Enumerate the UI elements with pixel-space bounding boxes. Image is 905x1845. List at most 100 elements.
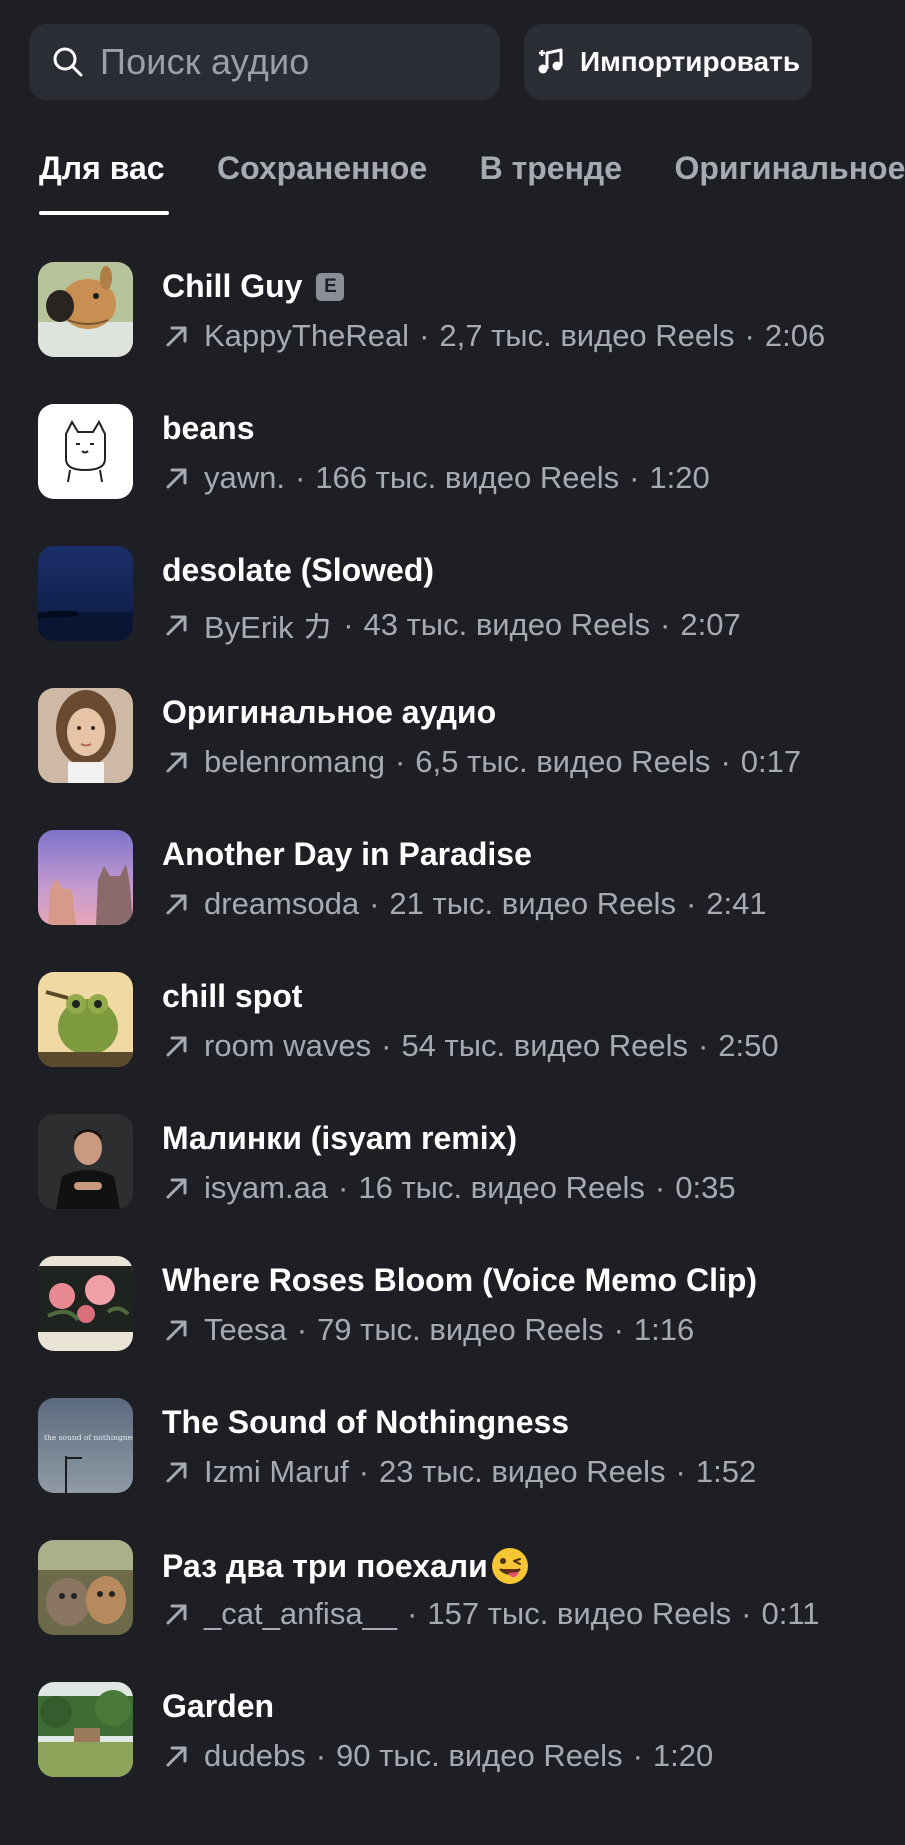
tab-original[interactable]: Оригинальное	[674, 150, 905, 215]
cover-art-cats-sunset	[38, 830, 133, 925]
track-duration: 2:06	[764, 318, 826, 353]
separator: ·	[296, 1312, 308, 1347]
cover-art-portrait-man	[38, 1114, 133, 1209]
track-duration: 1:20	[649, 460, 710, 495]
track-title: Chill Guy	[162, 268, 303, 304]
list-item[interactable]: the sound of nothingness The Sound of No…	[0, 1398, 905, 1540]
track-title: desolate (Slowed)	[162, 552, 435, 588]
separator: ·	[294, 460, 306, 495]
track-duration: 2:41	[706, 886, 767, 921]
track-artist[interactable]: Teesa	[204, 1312, 287, 1348]
audio-list: Chill Guy E KappyTheReal · 2,7 тыс. виде…	[0, 262, 905, 1824]
track-title: beans	[162, 410, 255, 446]
tab-bar: Для вас Сохраненное В тренде Оригинально…	[39, 150, 905, 220]
track-title: Another Day in Paradise	[162, 836, 532, 872]
separator: ·	[419, 318, 430, 353]
track-reels-count: 6,5 тыс. видео Reels	[415, 744, 711, 779]
track-artist[interactable]: belenromang	[204, 744, 385, 780]
track-reels-count: 90 тыс. видео Reels	[336, 1738, 623, 1773]
cover-art-cat-drawing	[38, 404, 133, 499]
separator: ·	[394, 744, 406, 779]
track-duration: 0:17	[740, 744, 802, 779]
list-item[interactable]: chill spot room waves · 54 тыс. видео Re…	[0, 972, 905, 1114]
track-duration: 0:35	[675, 1170, 736, 1205]
separator: ·	[660, 606, 671, 642]
cover-art-text: the sound of nothingness	[44, 1433, 133, 1442]
track-title: Garden	[162, 1688, 275, 1724]
track-artist[interactable]: dudebs	[204, 1738, 306, 1774]
tab-for-you[interactable]: Для вас	[39, 150, 169, 215]
list-item[interactable]: Where Roses Bloom (Voice Memo Clip) Tees…	[0, 1256, 905, 1398]
separator: ·	[629, 460, 640, 495]
track-artist[interactable]: room waves	[204, 1028, 371, 1064]
cover-art-cats-photo	[38, 1540, 133, 1635]
separator: ·	[697, 1028, 709, 1063]
track-duration: 1:52	[695, 1454, 757, 1489]
track-reels-count: 43 тыс. видео Reels	[363, 606, 651, 642]
separator: ·	[741, 1596, 752, 1631]
cover-art-garden	[38, 1682, 133, 1777]
track-artist[interactable]: KappyTheReal	[204, 318, 409, 354]
list-item[interactable]: Another Day in Paradise dreamsoda · 21 т…	[0, 830, 905, 972]
separator: ·	[407, 1596, 418, 1631]
trending-arrow-icon	[162, 463, 192, 493]
trending-arrow-icon	[162, 1315, 192, 1345]
trending-arrow-icon	[162, 1457, 192, 1487]
explicit-badge: E	[316, 272, 345, 301]
track-title: Раз два три поехали	[162, 1547, 488, 1584]
separator: ·	[381, 1028, 392, 1063]
import-button-label: Импортировать	[579, 46, 801, 77]
separator: ·	[613, 1312, 624, 1347]
track-artist[interactable]: isyam.aa	[204, 1170, 328, 1206]
top-bar: Поиск аудио Импортировать	[29, 24, 876, 100]
import-button[interactable]: Импортировать	[524, 24, 812, 100]
track-artist[interactable]: dreamsoda	[204, 886, 359, 922]
cover-art-frog	[38, 972, 133, 1067]
search-input[interactable]: Поиск аудио	[29, 24, 500, 100]
track-reels-count: 16 тыс. видео Reels	[358, 1170, 645, 1205]
track-reels-count: 54 тыс. видео Reels	[401, 1028, 688, 1063]
separator: ·	[315, 1738, 327, 1773]
separator: ·	[358, 1454, 370, 1489]
cover-art-sound-of-nothingness: the sound of nothingness	[38, 1398, 133, 1493]
list-item[interactable]: Раз два три поехали _cat_anfisa__ · 157 …	[0, 1540, 905, 1682]
track-artist[interactable]: yawn.	[204, 460, 285, 496]
track-reels-count: 79 тыс. видео Reels	[317, 1312, 604, 1347]
trending-arrow-icon	[162, 889, 192, 919]
track-artist[interactable]: _cat_anfisa__	[204, 1596, 397, 1632]
trending-arrow-icon	[162, 321, 192, 351]
track-duration: 1:16	[633, 1312, 695, 1347]
track-reels-count: 2,7 тыс. видео Reels	[439, 318, 735, 353]
trending-arrow-icon	[162, 1599, 192, 1629]
tab-saved[interactable]: Сохраненное	[217, 150, 427, 215]
list-item[interactable]: beans yawn. · 166 тыс. видео Reels · 1:2…	[0, 404, 905, 546]
separator: ·	[744, 318, 755, 353]
track-reels-count: 166 тыс. видео Reels	[315, 460, 620, 495]
music-note-plus-icon	[536, 47, 566, 77]
list-item[interactable]: desolate (Slowed) ByErik カ · 43 тыс. вид…	[0, 546, 905, 688]
winking-tongue-emoji-icon	[490, 1546, 530, 1586]
list-item[interactable]: Оригинальное аудио belenromang · 6,5 тыс…	[0, 688, 905, 830]
trending-arrow-icon	[162, 747, 192, 777]
tab-trending[interactable]: В тренде	[480, 150, 622, 215]
trending-arrow-icon	[162, 1173, 192, 1203]
track-reels-count: 23 тыс. видео Reels	[379, 1454, 666, 1489]
search-icon	[52, 46, 84, 78]
separator: ·	[338, 1170, 349, 1205]
list-item[interactable]: Garden dudebs · 90 тыс. видео Reels · 1:…	[0, 1682, 905, 1824]
cover-art-cartoon-dog	[38, 262, 133, 357]
track-artist[interactable]: Izmi Maruf	[204, 1454, 349, 1490]
list-item[interactable]: Chill Guy E KappyTheReal · 2,7 тыс. виде…	[0, 262, 905, 404]
separator: ·	[654, 1170, 666, 1205]
track-artist[interactable]: ByErik カ	[204, 602, 333, 647]
track-title: chill spot	[162, 978, 303, 1014]
list-item[interactable]: Малинки (isyam remix) isyam.aa · 16 тыс.…	[0, 1114, 905, 1256]
track-duration: 2:50	[718, 1028, 779, 1063]
separator: ·	[675, 1454, 686, 1489]
track-title: Where Roses Bloom (Voice Memo Clip)	[162, 1262, 758, 1298]
cover-art-night-sea	[38, 546, 133, 641]
cover-art-portrait-woman	[38, 688, 133, 783]
trending-arrow-icon	[162, 1741, 192, 1771]
track-title: Малинки (isyam remix)	[162, 1120, 518, 1156]
track-reels-count: 21 тыс. видео Reels	[389, 886, 676, 921]
